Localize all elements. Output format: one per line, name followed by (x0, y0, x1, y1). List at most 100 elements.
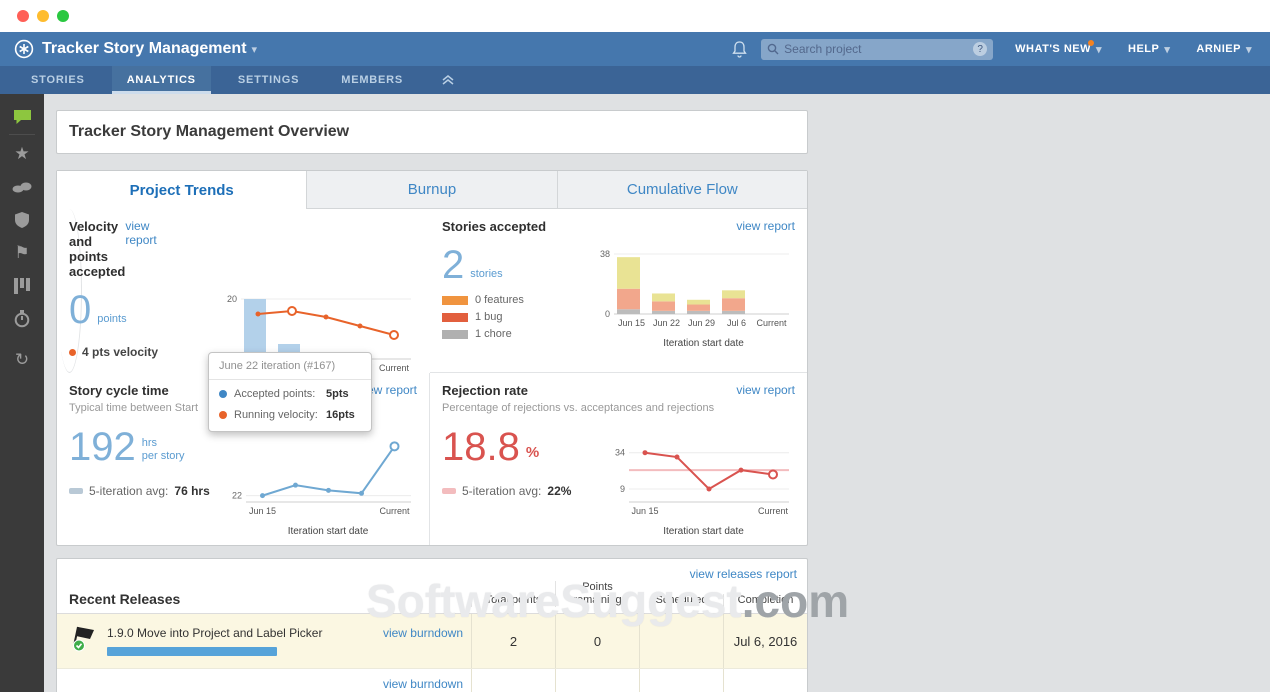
recent-releases-card: view releases report Recent Releases Tot… (56, 558, 808, 692)
release-row: 1.9.0 Move into Project and Label Picker… (57, 614, 807, 669)
chevron-down-icon: ▾ (1164, 43, 1171, 56)
overview-card: Tracker Story Management Overview (56, 110, 808, 154)
velocity-points-value: 0 (69, 288, 92, 332)
shield-icon[interactable] (0, 203, 44, 236)
rejection-view-report-link[interactable]: view report (736, 383, 795, 397)
panel-title: Rejection rate (442, 383, 528, 398)
rejection-x-axis-label: Iteration start date (663, 526, 744, 537)
svg-text:9: 9 (620, 484, 625, 494)
tab-burnup[interactable]: Burnup (306, 171, 557, 209)
search-help-icon[interactable]: ? (973, 42, 988, 56)
rejection-avg-label: 5-iteration avg: (462, 484, 542, 498)
cycle-hours-value: 192 (69, 425, 136, 469)
tab-analytics[interactable]: ANALYTICS (111, 66, 211, 94)
tab-members[interactable]: MEMBERS (326, 66, 418, 94)
release-points-remaining: 0 (555, 614, 639, 669)
rejection-avg-swatch (442, 488, 456, 494)
view-releases-report-link[interactable]: view releases report (690, 567, 797, 581)
stories-view-report-link[interactable]: view report (736, 219, 795, 233)
rejection-rate-chart[interactable]: 34 9 Jun 15 Current (605, 438, 795, 527)
notifications-bell-icon[interactable] (732, 40, 747, 58)
column-header-scheduled: Scheduled (639, 594, 723, 608)
tooltip-label: Accepted points: (234, 388, 316, 400)
flag-icon[interactable]: ⚑ (0, 236, 44, 269)
rejection-subtitle: Percentage of rejections vs. acceptances… (442, 402, 715, 414)
cycle-hours-unit: hrs per story (141, 436, 185, 463)
chevron-down-icon: ▾ (251, 43, 258, 56)
velocity-panel: Velocity and points accepted view report… (57, 209, 411, 394)
stories-chart[interactable]: 38 0 Jun 15 Jun 22 Jun 29 Jul 6 Current (590, 248, 795, 339)
bug-swatch (442, 312, 468, 322)
svg-text:0: 0 (605, 309, 610, 319)
column-header-points-remaining: Points remaining (555, 581, 639, 608)
svg-text:Current: Current (756, 318, 787, 328)
user-menu[interactable]: ARNIEP ▾ (1196, 43, 1252, 56)
panel-title: Stories accepted (442, 219, 547, 234)
release-row: view burndown (57, 668, 807, 692)
refresh-icon[interactable]: ↻ (0, 343, 44, 376)
cycle-x-axis-label: Iteration start date (287, 526, 369, 537)
rejection-rate-value: 18.8 (442, 425, 520, 469)
features-legend-label: 0 features (475, 294, 524, 306)
sidebar-divider (9, 134, 35, 135)
tab-settings[interactable]: SETTINGS (223, 66, 314, 94)
cycle-avg-value: 76 hrs (174, 484, 210, 498)
release-name: 1.9.0 Move into Project and Label Picker (107, 626, 323, 641)
chevron-down-icon: ▾ (1245, 43, 1252, 56)
svg-text:Current: Current (379, 363, 410, 373)
velocity-legend-label: 4 pts velocity (82, 345, 159, 359)
svg-text:22: 22 (232, 491, 242, 501)
tab-cumulative-flow[interactable]: Cumulative Flow (556, 171, 807, 209)
view-burndown-link[interactable]: view burndown (383, 677, 463, 691)
svg-text:Jun 15: Jun 15 (249, 506, 276, 516)
release-flag-icon (71, 625, 97, 657)
releases-title: Recent Releases (69, 591, 181, 608)
starred-projects-icon[interactable]: ★ (0, 137, 44, 170)
release-total-points: 2 (471, 614, 555, 669)
search-icon (767, 43, 779, 55)
tab-project-trends[interactable]: Project Trends (57, 171, 307, 209)
cycle-time-chart[interactable]: 22 Jun 15 Current (222, 438, 417, 527)
stories-count-unit: stories (470, 268, 503, 280)
svg-text:38: 38 (600, 249, 610, 259)
current-project-icon[interactable] (0, 100, 44, 133)
svg-text:Jun 29: Jun 29 (688, 318, 715, 328)
release-scheduled (639, 614, 723, 669)
stopwatch-icon[interactable] (0, 302, 44, 335)
column-header-completion: Completion (723, 594, 807, 608)
whats-new-menu[interactable]: WHAT'S NEW ▾ (1015, 39, 1103, 56)
tab-stories[interactable]: STORIES (16, 66, 100, 94)
velocity-view-report-link[interactable]: view report (125, 219, 156, 247)
trends-card: Project Trends Burnup Cumulative Flow Ve… (56, 170, 808, 546)
workspaces-icon[interactable] (0, 170, 44, 203)
window-zoom-button[interactable] (57, 10, 69, 22)
icon-sidebar: ★ ⚑ ↻ (0, 94, 44, 692)
window-minimize-button[interactable] (37, 10, 49, 22)
panel-title: Velocity and points accepted (69, 219, 126, 279)
chore-legend-label: 1 chore (475, 328, 512, 340)
running-velocity-dot (219, 411, 227, 419)
velocity-points-unit: points (97, 313, 127, 325)
panels-icon[interactable] (0, 269, 44, 302)
view-burndown-link[interactable]: view burndown (383, 626, 463, 640)
whats-new-badge (1088, 39, 1095, 46)
svg-text:20: 20 (227, 294, 237, 304)
svg-text:Current: Current (758, 506, 789, 516)
chevron-down-icon: ▾ (1096, 43, 1103, 56)
stories-count-value: 2 (442, 243, 465, 287)
stories-panel: Stories accepted view report 2 stories 0… (430, 209, 807, 373)
cycle-avg-swatch (69, 488, 83, 494)
tooltip-title: June 22 iteration (#167) (209, 353, 371, 380)
window-close-button[interactable] (17, 10, 29, 22)
svg-text:Current: Current (379, 506, 410, 516)
project-title-menu[interactable]: Tracker Story Management (42, 40, 247, 58)
svg-text:Jun 22: Jun 22 (653, 318, 680, 328)
help-menu[interactable]: HELP ▾ (1128, 43, 1170, 56)
trend-tabs: Project Trends Burnup Cumulative Flow (57, 171, 807, 209)
collapse-nav-icon[interactable] (442, 66, 454, 94)
search-input[interactable] (784, 42, 974, 56)
releases-table-header: Recent Releases Total points Points rema… (57, 581, 807, 615)
tracker-logo-icon (14, 39, 34, 59)
page-title: Tracker Story Management Overview (69, 123, 350, 140)
release-total-points (471, 669, 555, 692)
